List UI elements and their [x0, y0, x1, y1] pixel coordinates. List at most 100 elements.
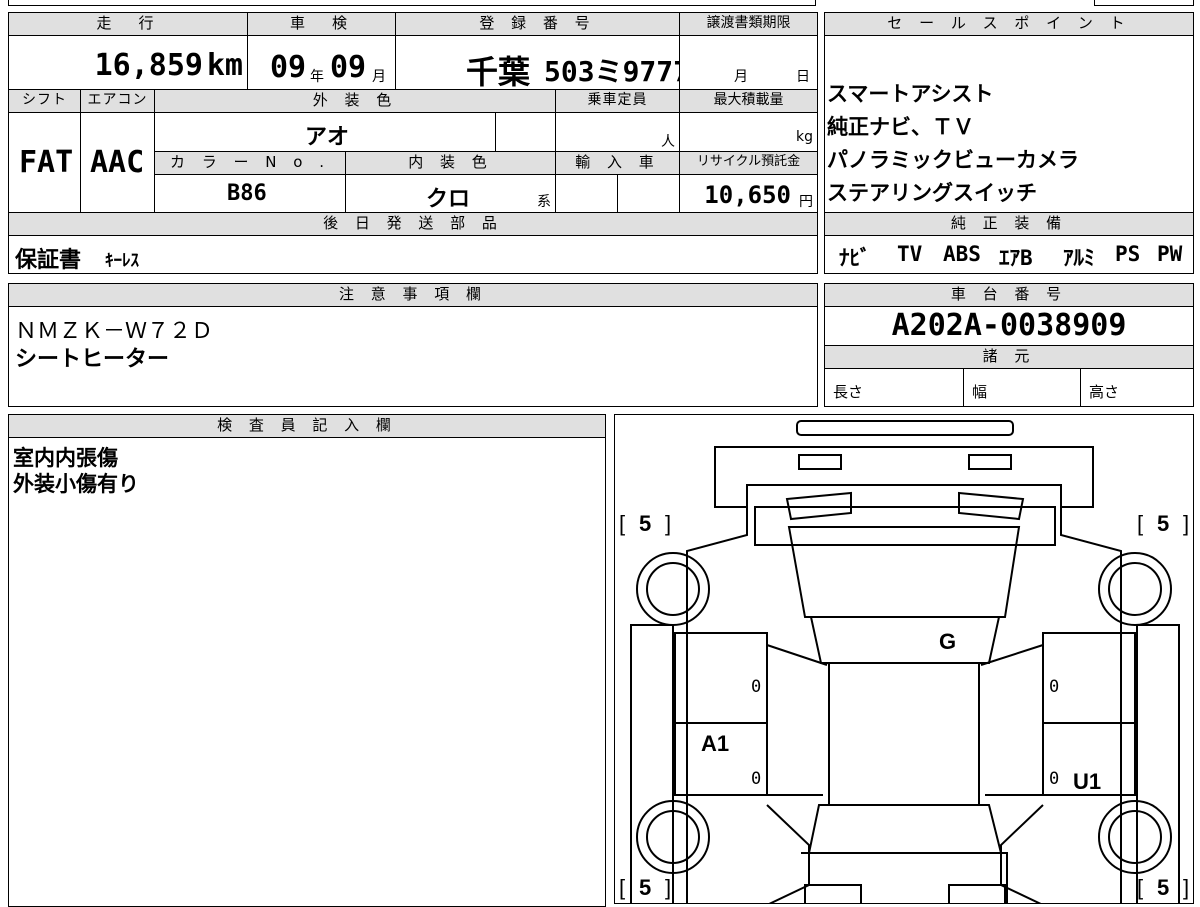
sales-point-3: パノラミックビューカメラ [827, 148, 1079, 172]
mark-right-rear-door: U1 [1073, 769, 1102, 794]
spec-width-label: 幅 [972, 383, 988, 401]
inspector-label: 検 査 員 記 入 欄 [8, 414, 606, 438]
later-parts-cell: 保証書 ｷｰﾚｽ [8, 235, 818, 274]
tire-rear-right-inner [1108, 810, 1162, 864]
interior-color-label: 内 装 色 [345, 151, 556, 175]
inspection-month: 09 [330, 50, 367, 85]
import-cell-1 [555, 174, 618, 213]
body-outline [686, 507, 1122, 903]
sales-point-4: ステアリングスイッチ [827, 181, 1037, 205]
recycle-unit: 円 [799, 194, 813, 210]
inspection-year-unit: 年 [310, 69, 324, 85]
left-rear-quarter [766, 804, 810, 903]
mark-left-rear-door: A1 [701, 731, 730, 756]
mark-windshield: G [939, 629, 957, 654]
import-label: 輸 入 車 [555, 151, 680, 175]
later-parts-extra: ｷｰﾚｽ [105, 251, 139, 271]
recycle-cell: 10,650 円 [679, 174, 818, 213]
notes-cell: ＮＭＺＫ－Ｗ７２Ｄ シートヒーター [8, 306, 818, 407]
capacity-unit: 人 [661, 134, 675, 150]
notes-panel: 注 意 事 項 欄 ＮＭＺＫ－Ｗ７２Ｄ シートヒーター [8, 283, 818, 407]
inspection-month-unit: 月 [372, 69, 386, 85]
top-strip [8, 0, 816, 6]
interior-color-cell: クロ 系 [345, 174, 556, 213]
chassis-cell: A202A-0038909 [824, 306, 1194, 346]
max-load-cell: kg [679, 112, 818, 152]
tire-rr-open: [ [1137, 875, 1144, 900]
rear-bumper-left [804, 884, 862, 903]
specs-label: 諸 元 [824, 345, 1194, 369]
equip-tv: TV [897, 242, 923, 266]
tire-rl-value: 5 [639, 875, 652, 900]
chassis-panel: 車 台 番 号 A202A-0038909 諸 元 長さ 幅 高さ [824, 283, 1194, 407]
top-strip-right [1094, 0, 1194, 6]
chassis-label: 車 台 番 号 [824, 283, 1194, 307]
sales-point-2: 純正ナビ、ＴＶ [827, 115, 974, 139]
right-door-lines [980, 644, 1044, 796]
sales-points-label: セ ー ル ス ポ イ ン ト [824, 12, 1194, 36]
tire-front-right-inner [1108, 562, 1162, 616]
exterior-color-label: 外 装 色 [154, 89, 556, 113]
mileage-label: 走 行 [8, 12, 248, 36]
shift-cell: FAT [8, 112, 81, 213]
rear-bumper-right [948, 884, 1006, 903]
car-diagram [630, 420, 1180, 903]
equip-ps: PS [1115, 242, 1141, 266]
exterior-color-cell: アオ [154, 112, 496, 152]
mileage-unit: km [206, 48, 243, 83]
roof [828, 662, 980, 806]
capacity-cell: 人 [555, 112, 680, 152]
equip-airbag: ｴｱB [999, 246, 1033, 270]
registration-cell: 千葉 503ミ9777 [395, 35, 680, 90]
tire-rr-close: ] [1183, 875, 1190, 900]
cowl [809, 616, 1001, 664]
headlight-right [968, 454, 1012, 470]
transfer-deadline-cell: 月 日 [679, 35, 818, 90]
inspector-line-2: 外装小傷有り [13, 472, 139, 496]
color-no-value: B86 [227, 181, 267, 206]
shift-label: シフト [8, 89, 81, 113]
hood-outline [714, 446, 1094, 508]
inspection-label: 車 検 [247, 12, 396, 36]
zero-mark-2: 0 [1049, 677, 1060, 697]
ac-value: AAC [90, 145, 145, 180]
spec-length-label: 長さ [833, 383, 864, 401]
tire-fr-value: 5 [1157, 511, 1170, 536]
tire-fr-close: ] [1183, 511, 1190, 536]
left-door-lines [766, 644, 828, 796]
ac-label: エアコン [80, 89, 155, 113]
tire-fl-close: ] [665, 511, 672, 536]
note-line-2: シートヒーター [15, 347, 170, 372]
color-no-cell: B86 [154, 174, 346, 213]
exterior-color-extra-cell [495, 112, 556, 152]
spec-height-label: 高さ [1089, 383, 1120, 401]
recycle-label: リサイクル預託金 [679, 151, 818, 175]
tire-front-left-inner [646, 562, 700, 616]
rear-panel [801, 852, 1008, 903]
sales-point-1: スマートアシスト [827, 82, 994, 106]
sales-points-cell: スマートアシスト 純正ナビ、ＴＶ パノラミックビューカメラ ステアリングスイッチ [824, 35, 1194, 213]
color-no-label: カ ラ ー N o . [154, 151, 346, 175]
inspection-cell: 09 年 09 月 [247, 35, 396, 90]
later-parts-label: 後 日 発 送 部 品 [8, 212, 818, 236]
zero-mark-1: 0 [751, 677, 762, 697]
spec-width-cell: 幅 [963, 368, 1081, 407]
exterior-color-value: アオ [305, 125, 350, 150]
notes-label: 注 意 事 項 欄 [8, 283, 818, 307]
inspector-cell: 室内内張傷 外装小傷有り [8, 437, 606, 907]
equip-alloy: ｱﾙﾐ [1063, 246, 1095, 270]
ac-cell: AAC [80, 112, 155, 213]
later-parts-main: 保証書 [15, 248, 82, 273]
equipment-cell: ﾅﾋﾞ TV ABS ｴｱB ｱﾙﾐ PS PW [824, 235, 1194, 274]
spec-length-cell: 長さ [824, 368, 964, 407]
shift-value: FAT [19, 145, 74, 180]
max-load-unit: kg [796, 129, 813, 145]
recycle-value: 10,650 [704, 181, 791, 209]
inspection-year: 09 [270, 50, 307, 85]
headlight-left [798, 454, 842, 470]
tire-rl-close: ] [665, 875, 672, 900]
tire-fl-value: 5 [639, 511, 652, 536]
rear-window [807, 804, 1003, 854]
transfer-deadline-label: 譲渡書類期限 [679, 12, 818, 36]
equip-abs: ABS [943, 242, 981, 266]
